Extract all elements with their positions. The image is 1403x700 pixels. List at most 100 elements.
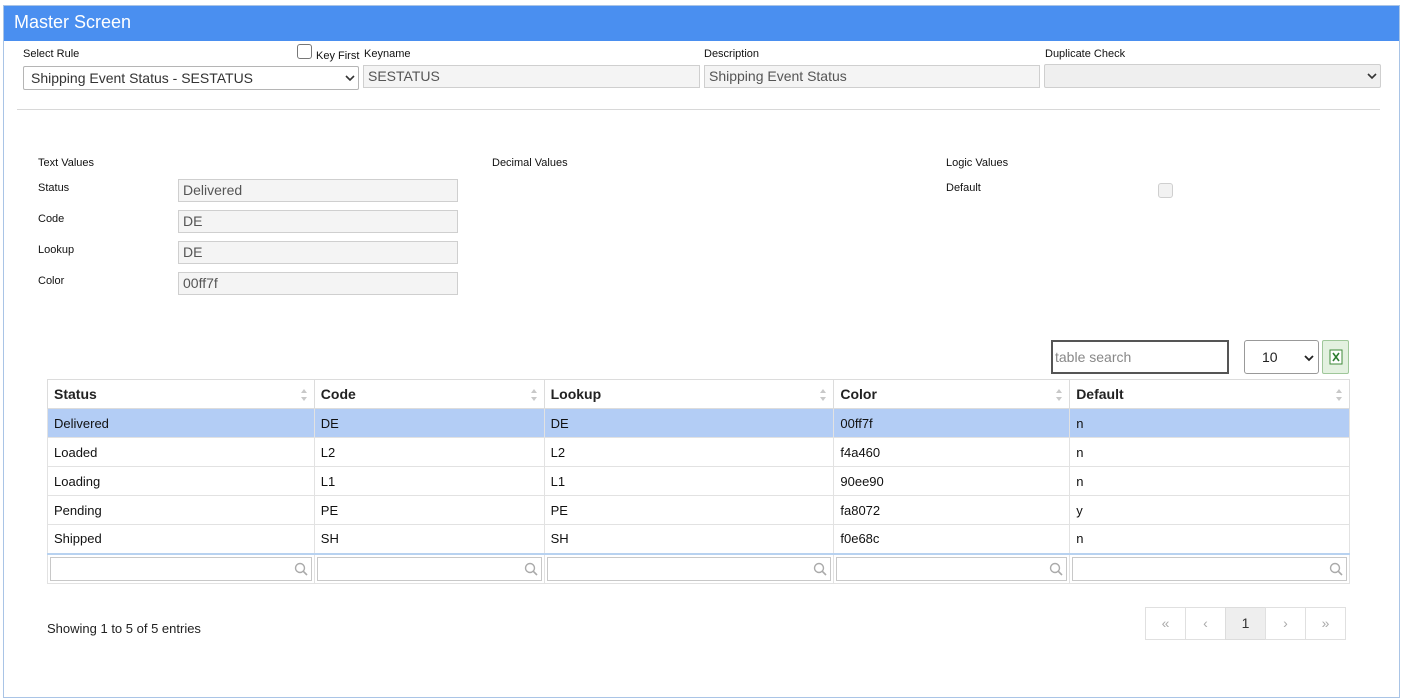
color-label: Color <box>38 275 65 287</box>
cell-color: fa8072 <box>833 495 1071 525</box>
filter-cell-lookup <box>543 552 835 584</box>
filter-input-lookup[interactable] <box>546 556 832 581</box>
duplicate-check-dropdown[interactable] <box>1044 64 1381 88</box>
filter-cell-default <box>1069 552 1350 584</box>
chevron-down-icon <box>1304 355 1314 362</box>
cell-status: Pending <box>47 495 315 525</box>
keyname-field[interactable]: SESTATUS <box>363 65 700 88</box>
cell-lookup: SH <box>543 524 835 554</box>
page-size-select[interactable]: 10 <box>1244 340 1319 374</box>
cell-code: SH <box>313 524 545 554</box>
cell-default: n <box>1069 466 1350 496</box>
cell-status: Delivered <box>47 408 315 438</box>
export-excel-button[interactable] <box>1322 340 1349 374</box>
table-row[interactable]: Delivered DE DE 00ff7f n <box>47 408 1350 438</box>
table-row[interactable]: Loading L1 L1 90ee90 n <box>47 466 1350 496</box>
pagination: « ‹ 1 › » <box>1145 607 1346 640</box>
table-search-input[interactable]: table search <box>1051 340 1229 374</box>
cell-default: n <box>1069 437 1350 467</box>
status-label: Status <box>38 182 70 194</box>
key-first-checkbox[interactable] <box>297 44 312 59</box>
cell-color: 90ee90 <box>833 466 1071 496</box>
default-checkbox[interactable] <box>1158 183 1173 198</box>
search-icon <box>294 562 308 576</box>
select-rule-dropdown[interactable]: Shipping Event Status - SESTATUS <box>23 66 359 90</box>
status-field[interactable]: Delivered <box>178 179 458 202</box>
keyname-label: Keyname <box>364 48 411 60</box>
data-table: Status Code Lookup Color Default Deliver… <box>47 379 1350 584</box>
cell-lookup: DE <box>543 408 835 438</box>
first-page-button[interactable]: « <box>1145 607 1186 640</box>
code-field[interactable]: DE <box>178 210 458 233</box>
cell-code: PE <box>313 495 545 525</box>
description-label: Description <box>704 48 760 60</box>
search-icon <box>1329 562 1343 576</box>
column-filter-row <box>47 552 1350 584</box>
table-row[interactable]: Loaded L2 L2 f4a460 n <box>47 437 1350 467</box>
column-header-code[interactable]: Code <box>313 379 545 409</box>
column-header-label: Code <box>320 386 356 402</box>
cell-status: Loaded <box>47 437 315 467</box>
column-header-color[interactable]: Color <box>833 379 1071 409</box>
column-header-label: Status <box>54 386 97 402</box>
filter-input-status[interactable] <box>50 556 312 581</box>
select-rule-label: Select Rule <box>23 48 80 60</box>
prev-page-button[interactable]: ‹ <box>1185 607 1226 640</box>
page-size-value: 10 <box>1262 349 1278 365</box>
default-label: Default <box>946 182 981 194</box>
cell-default: n <box>1069 408 1350 438</box>
table-header-row: Status Code Lookup Color Default <box>47 379 1350 409</box>
column-header-lookup[interactable]: Lookup <box>543 379 835 409</box>
column-header-label: Lookup <box>550 386 602 402</box>
search-icon <box>524 562 538 576</box>
cell-status: Loading <box>47 466 315 496</box>
cell-code: DE <box>313 408 545 438</box>
cell-code: L1 <box>313 466 545 496</box>
cell-color: 00ff7f <box>833 408 1071 438</box>
excel-icon <box>1329 349 1343 365</box>
lookup-field[interactable]: DE <box>178 241 458 264</box>
text-values-heading: Text Values <box>38 157 95 169</box>
table-info: Showing 1 to 5 of 5 entries <box>47 621 201 636</box>
description-field[interactable]: Shipping Event Status <box>704 65 1040 88</box>
sort-icon <box>820 389 827 401</box>
duplicate-check-label: Duplicate Check <box>1045 48 1126 60</box>
cell-lookup: L1 <box>543 466 835 496</box>
column-header-default[interactable]: Default <box>1069 379 1350 409</box>
filter-cell-code <box>313 552 545 584</box>
column-header-status[interactable]: Status <box>47 379 315 409</box>
code-label: Code <box>38 213 65 225</box>
logic-values-heading: Logic Values <box>946 157 1009 169</box>
chevron-down-icon <box>345 75 355 82</box>
page-1-button[interactable]: 1 <box>1225 607 1266 640</box>
color-field[interactable]: 00ff7f <box>178 272 458 295</box>
cell-lookup: PE <box>543 495 835 525</box>
cell-code: L2 <box>313 437 545 467</box>
filter-input-color[interactable] <box>836 556 1068 581</box>
search-icon <box>814 562 827 576</box>
sort-icon <box>530 389 537 401</box>
lookup-label: Lookup <box>38 244 75 256</box>
key-first-label: Key First <box>316 50 360 62</box>
filter-input-default[interactable] <box>1072 556 1347 581</box>
last-page-button[interactable]: » <box>1305 607 1346 640</box>
cell-lookup: L2 <box>543 437 835 467</box>
cell-default: n <box>1069 524 1350 554</box>
sort-icon <box>1336 389 1342 401</box>
next-page-button[interactable]: › <box>1265 607 1306 640</box>
cell-color: f0e68c <box>833 524 1071 554</box>
sort-icon <box>300 389 307 401</box>
table-row[interactable]: Pending PE PE fa8072 y <box>47 495 1350 525</box>
decimal-values-heading: Decimal Values <box>492 157 568 169</box>
column-header-label: Color <box>840 386 877 402</box>
column-header-label: Default <box>1076 386 1124 402</box>
filter-cell-status <box>47 552 315 584</box>
sort-icon <box>1056 389 1063 401</box>
chevron-down-icon <box>1367 73 1377 80</box>
select-rule-value: Shipping Event Status - SESTATUS <box>31 70 254 86</box>
filter-cell-color <box>833 552 1071 584</box>
table-row[interactable]: Shipped SH SH f0e68c n <box>47 524 1350 554</box>
search-icon <box>1049 562 1063 576</box>
filter-input-code[interactable] <box>316 556 542 581</box>
cell-status: Shipped <box>47 524 315 554</box>
